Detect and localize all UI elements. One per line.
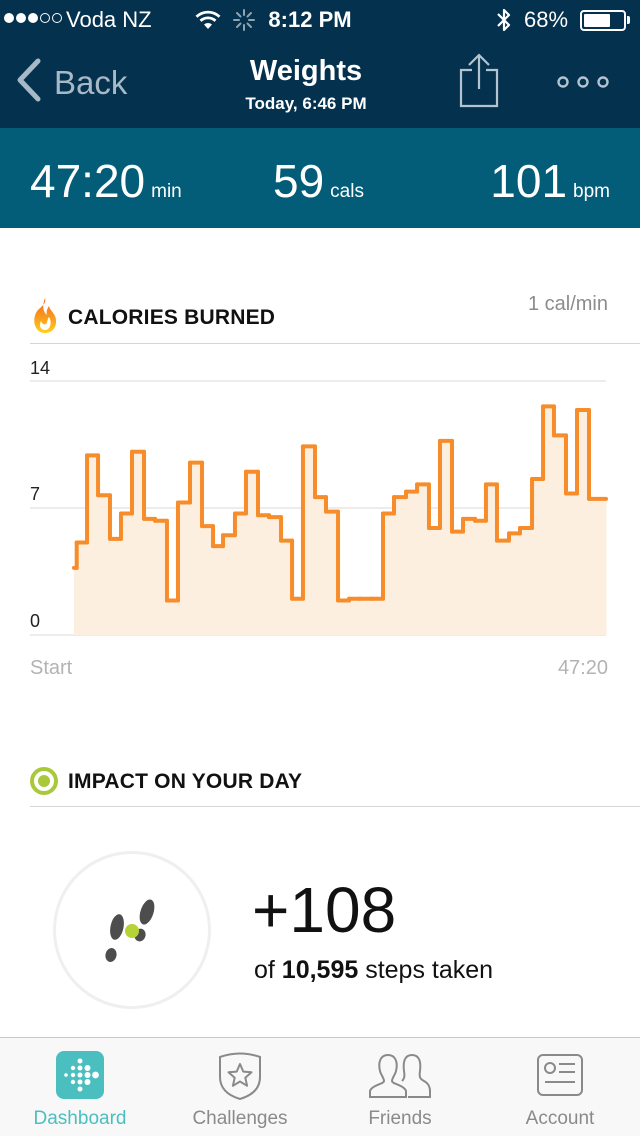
back-label: Back [54, 63, 128, 101]
heart-rate-unit: bpm [573, 181, 610, 202]
step-area [166, 600, 179, 635]
step-area [359, 598, 373, 635]
step-area [463, 518, 476, 635]
chevron-left-icon [14, 58, 42, 107]
battery-icon [580, 10, 626, 31]
account-card-icon [536, 1051, 584, 1102]
flame-icon [30, 297, 60, 340]
tab-dashboard[interactable]: Dashboard [0, 1038, 160, 1136]
tab-label: Dashboard [33, 1108, 127, 1129]
duration-unit: min [151, 181, 182, 202]
step-area [371, 598, 384, 635]
calories-rate-label: 1 cal/min [527, 293, 608, 315]
step-area [428, 527, 441, 635]
friends-icon [368, 1051, 432, 1106]
step-area [452, 531, 464, 635]
duration-stat: 47:20 min [30, 156, 182, 206]
more-options-icon[interactable] [553, 72, 613, 97]
share-icon[interactable] [456, 52, 502, 115]
calories-value: 59 [273, 155, 325, 207]
step-area [213, 546, 224, 635]
footprints-icon [100, 896, 164, 971]
step-area [394, 497, 407, 635]
impact-section-title: IMPACT ON YOUR DAY [68, 770, 303, 793]
bluetooth-icon [496, 7, 512, 38]
duration-value: 47:20 [30, 155, 146, 207]
workout-summary: 47:20 min 59 cals 101 bpm [0, 128, 640, 228]
step-area [406, 491, 418, 635]
tab-label: Account [525, 1108, 595, 1129]
step-area [508, 533, 521, 635]
calories-unit: cals [330, 181, 364, 202]
page-subtitle: Today, 6:46 PM [245, 94, 367, 113]
step-area [144, 518, 156, 635]
target-icon [29, 766, 59, 801]
battery-percent: 68% [524, 7, 569, 32]
step-area [496, 540, 510, 635]
steps-delta: +108 [252, 874, 397, 946]
x-tick-label-start: Start [30, 657, 73, 679]
step-area [520, 527, 533, 635]
steps-summary: of 10,595 steps taken [254, 954, 493, 986]
heart-rate-stat: 101 bpm [490, 156, 610, 206]
step-area [258, 515, 270, 635]
top-bar: Voda NZ 8:12 PM 68% Back Weights Today, … [0, 0, 640, 128]
impact-divider [30, 806, 640, 807]
step-area [475, 520, 487, 635]
page-title: Weights [249, 55, 363, 87]
challenges-shield-icon [216, 1051, 264, 1106]
calories-section-title: CALORIES BURNED [68, 306, 276, 329]
calories-stat: 59 cals [273, 156, 364, 206]
tab-bar: Dashboard Challenges Friends Account [0, 1037, 640, 1136]
step-area [292, 598, 304, 635]
back-button[interactable]: Back [14, 58, 127, 107]
step-area [109, 538, 122, 635]
step-area [314, 497, 327, 635]
battery-nub [627, 16, 630, 24]
steps-prefix: of [254, 956, 282, 984]
tab-label: Challenges [192, 1108, 288, 1129]
step-area [338, 600, 350, 635]
tab-friends[interactable]: Friends [320, 1038, 480, 1136]
x-tick-label-end: 47:20 [557, 657, 608, 679]
heart-rate-value: 101 [490, 155, 568, 207]
step-area [589, 498, 607, 635]
steps-total: 10,595 [281, 956, 359, 984]
step-area [565, 493, 578, 635]
battery-level [584, 14, 610, 27]
tab-label: Friends [368, 1108, 432, 1129]
tab-challenges[interactable]: Challenges [160, 1038, 320, 1136]
dashboard-icon [56, 1051, 104, 1104]
tab-account[interactable]: Account [480, 1038, 640, 1136]
calories-chart [30, 380, 608, 636]
step-area [223, 535, 236, 635]
steps-suffix: steps taken [358, 956, 494, 984]
step-area [349, 598, 361, 635]
